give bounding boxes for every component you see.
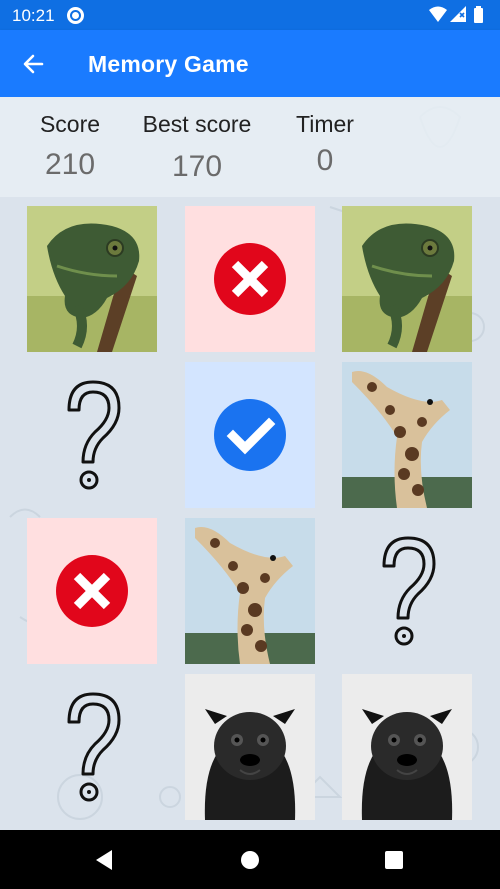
page-title: Memory Game [88, 51, 249, 77]
check-circle-icon [214, 399, 286, 471]
question-mark-icon [67, 692, 121, 802]
circle-home-icon[interactable] [238, 848, 262, 872]
square-recents-icon[interactable] [382, 848, 406, 872]
card-tile-12[interactable] [342, 674, 472, 820]
card-tile-11[interactable] [185, 674, 315, 820]
score-panel: Score 210 Best score 170 Timer 0 [0, 97, 500, 197]
best-score-value: 170 [171, 150, 223, 183]
card-tile-10[interactable] [27, 674, 157, 820]
giraffe-image [342, 362, 472, 508]
x-circle-icon [214, 243, 286, 315]
card-tile-6[interactable] [342, 362, 472, 508]
timer-label: Timer [296, 111, 354, 137]
chameleon-image [342, 206, 472, 352]
status-time: 10:21 [12, 6, 55, 25]
card-tile-8[interactable] [185, 518, 315, 664]
system-nav-bar [0, 830, 500, 889]
card-tile-4[interactable] [27, 362, 157, 508]
x-circle-icon [56, 555, 128, 627]
best-score-label: Best score [142, 111, 252, 137]
timer-stat: Timer 0 [288, 111, 362, 178]
giraffe-image [185, 518, 315, 664]
card-tile-2[interactable] [185, 206, 315, 352]
question-mark-icon [382, 536, 436, 646]
question-mark-icon [67, 380, 121, 490]
triangle-back-icon[interactable] [92, 848, 116, 872]
card-tile-7[interactable] [27, 518, 157, 664]
status-bar: 10:21 [0, 0, 500, 30]
card-tile-9[interactable] [342, 518, 472, 664]
card-tile-5[interactable] [185, 362, 315, 508]
card-tile-1[interactable] [27, 206, 157, 352]
score-value: 210 [44, 148, 96, 181]
card-tile-3[interactable] [342, 206, 472, 352]
score-stat: Score 210 [30, 111, 110, 182]
game-content: Score 210 Best score 170 Timer 0 [0, 97, 500, 830]
score-label: Score [39, 111, 101, 137]
best-score-stat: Best score 170 [136, 111, 258, 184]
app-bar: Memory Game [0, 30, 500, 97]
wifi-icon [429, 6, 447, 22]
pug-image [342, 674, 472, 820]
arrow-left-icon[interactable] [14, 44, 54, 84]
status-indicators [429, 6, 483, 23]
timer-value: 0 [316, 144, 334, 177]
battery-icon [474, 8, 483, 23]
pug-image [185, 674, 315, 820]
circle-app-icon [67, 7, 84, 24]
chameleon-image [27, 206, 157, 352]
